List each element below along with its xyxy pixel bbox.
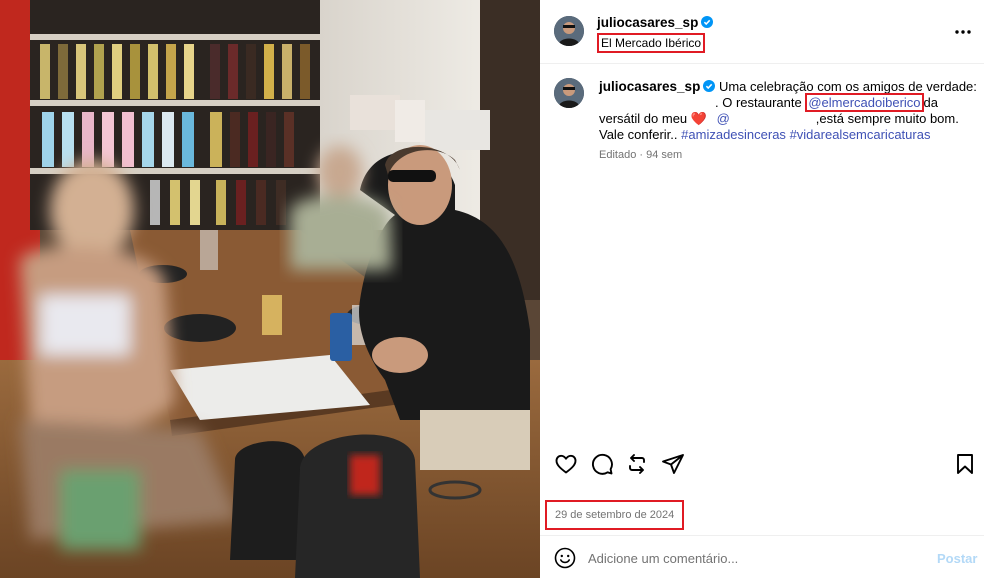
friend-mention-link[interactable]: @ — [717, 111, 730, 126]
edited-label: Editado — [599, 149, 637, 161]
comment-icon[interactable] — [590, 452, 614, 476]
avatar[interactable] — [554, 16, 584, 46]
post-date[interactable]: 29 de setembro de 2024 — [545, 500, 685, 530]
caption-text-1: Uma celebração com os amigos de verdade: — [718, 79, 977, 94]
location-link[interactable]: El Mercado Ibérico — [597, 33, 706, 53]
time-ago[interactable]: 94 sem — [646, 149, 682, 161]
action-bar — [540, 446, 984, 482]
verified-badge-icon — [703, 80, 716, 92]
send-icon[interactable] — [661, 452, 685, 476]
username-link[interactable]: juliocasares_sp — [597, 15, 714, 30]
heart-icon[interactable] — [554, 452, 578, 476]
post-header: juliocasares_sp El Mercado Ibérico — [540, 0, 984, 64]
caption-text-3: da — [923, 95, 939, 110]
post-button[interactable]: Postar — [937, 551, 977, 566]
caption-text-2: . O restaurante — [715, 95, 802, 110]
hashtag-link[interactable]: #amizadesinceras — [681, 127, 786, 142]
avatar-image — [554, 78, 584, 108]
bookmark-icon[interactable] — [953, 452, 977, 476]
restaurant-mention-link[interactable]: @elmercadoiberico — [805, 93, 924, 112]
caption-username: juliocasares_sp — [599, 79, 701, 94]
verified-badge-icon — [701, 16, 714, 28]
caption-text-6: Vale conferir.. — [599, 127, 678, 142]
caption-text-4: versátil do meu — [599, 111, 688, 126]
caption-meta: Editado · 94 sem — [599, 149, 683, 161]
caption-username-link[interactable]: juliocasares_sp — [599, 79, 716, 94]
repost-icon[interactable] — [625, 452, 649, 476]
caption-avatar[interactable] — [554, 78, 584, 108]
hashtag-link[interactable]: #vidarealsemcaricaturas — [790, 127, 931, 142]
comment-input[interactable] — [588, 548, 918, 568]
caption-text-5: ,está sempre muito bom. — [815, 111, 959, 126]
comment-bar: Postar — [540, 535, 984, 578]
more-horizontal-icon[interactable] — [953, 22, 973, 42]
heart-emoji: ❤️ — [690, 111, 707, 126]
avatar-image — [554, 16, 584, 46]
caption-text: juliocasares_sp Uma celebração com os am… — [599, 79, 979, 163]
post-photo[interactable] — [0, 0, 540, 578]
username-text: juliocasares_sp — [597, 15, 699, 30]
restaurant-photo-image — [0, 0, 540, 578]
emoji-icon[interactable] — [554, 547, 576, 569]
post-details-panel: juliocasares_sp El Mercado Ibérico julio… — [540, 0, 984, 578]
